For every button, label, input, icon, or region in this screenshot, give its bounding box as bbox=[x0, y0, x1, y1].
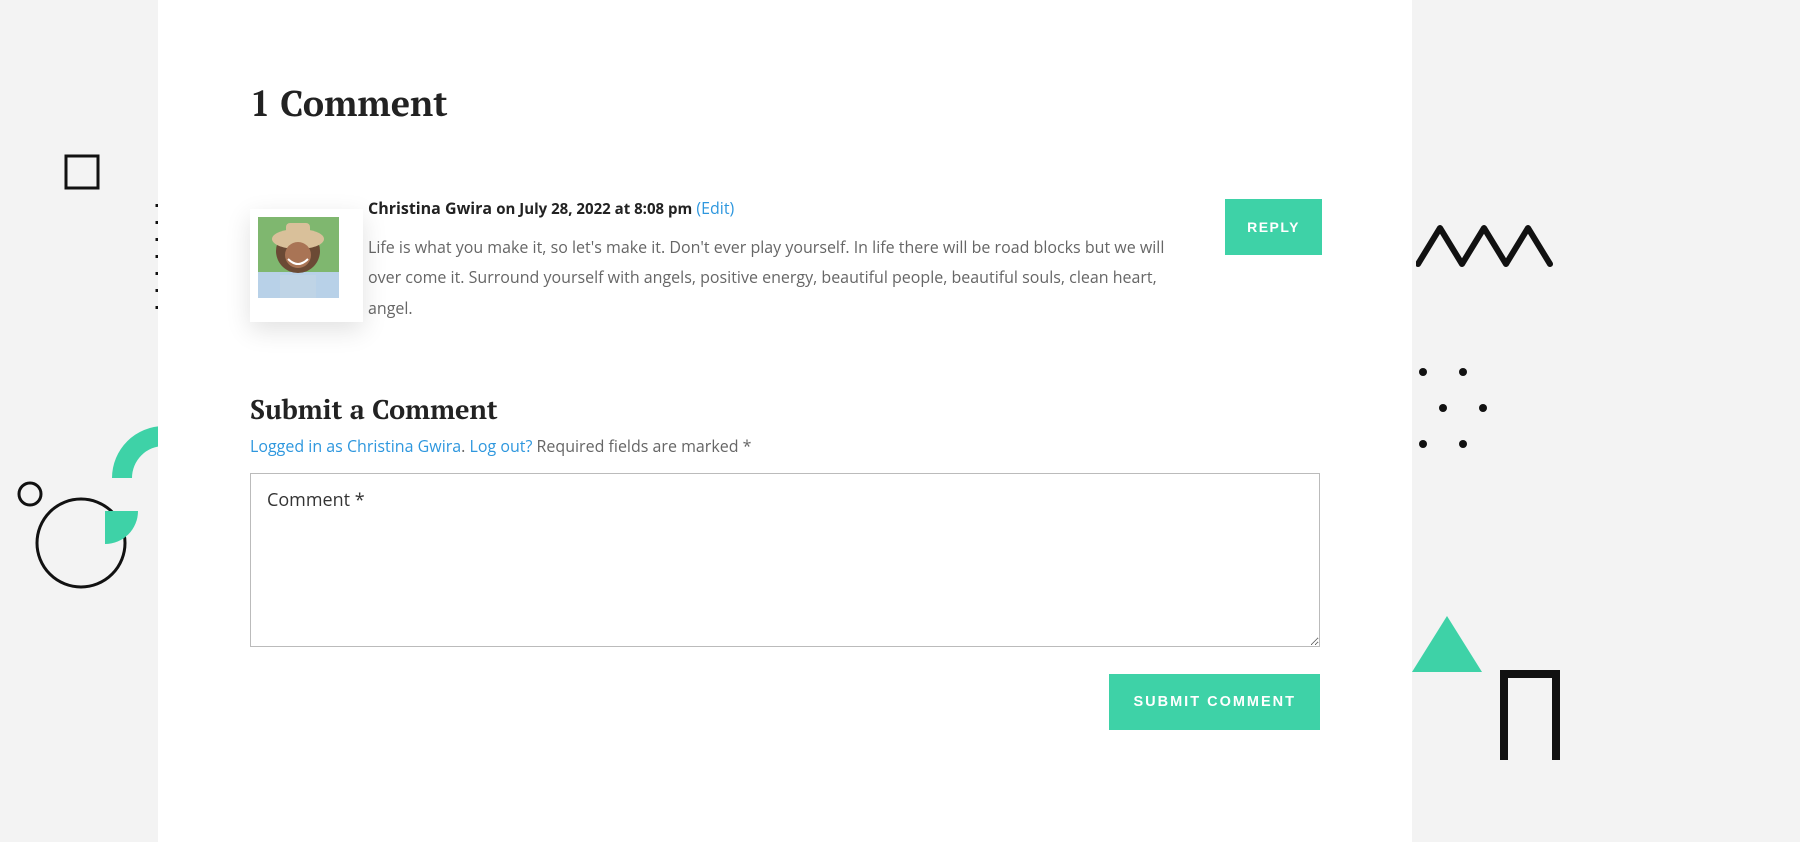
form-hint: Logged in as Christina Gwira. Log out? R… bbox=[250, 435, 1320, 457]
submit-comment-heading: Submit a Comment bbox=[250, 391, 1320, 427]
comment-timestamp: on July 28, 2022 at 8:08 pm bbox=[496, 199, 692, 219]
comment-body: Life is what you make it, so let's make … bbox=[368, 232, 1198, 323]
bg-circle-outline bbox=[34, 496, 128, 590]
logged-in-separator: . bbox=[461, 435, 469, 457]
submit-comment-button[interactable]: SUBMIT COMMENT bbox=[1109, 674, 1320, 730]
submit-row: SUBMIT COMMENT bbox=[250, 674, 1320, 730]
required-fields-text: Required fields are marked * bbox=[532, 435, 751, 457]
avatar-image bbox=[258, 217, 339, 298]
comment-author: Christina Gwira bbox=[368, 197, 492, 219]
logout-link[interactable]: Log out? bbox=[470, 435, 533, 457]
bg-dot-grid bbox=[1413, 362, 1503, 452]
edit-link[interactable]: (Edit) bbox=[696, 197, 734, 219]
comment-textarea[interactable] bbox=[250, 473, 1320, 647]
bg-square-outline bbox=[64, 154, 100, 190]
logged-in-link[interactable]: Logged in as Christina Gwira bbox=[250, 435, 461, 457]
comments-heading: 1 Comment bbox=[250, 80, 1320, 127]
bg-square-bold bbox=[1500, 670, 1560, 760]
bg-triangle bbox=[1412, 616, 1482, 672]
content-card: 1 Comment Christina Gwira on July 28, 20… bbox=[158, 0, 1412, 842]
comment-item: Christina Gwira on July 28, 2022 at 8:08… bbox=[250, 197, 1320, 323]
avatar bbox=[250, 209, 363, 322]
reply-button[interactable]: REPLY bbox=[1225, 199, 1322, 255]
comment-meta: Christina Gwira on July 28, 2022 at 8:08… bbox=[368, 197, 1320, 220]
bg-zigzag bbox=[1416, 220, 1556, 272]
bg-quarter-pie-large bbox=[72, 478, 138, 544]
bg-quarter-arc bbox=[112, 426, 164, 478]
bg-circle-outline-small bbox=[16, 480, 44, 508]
